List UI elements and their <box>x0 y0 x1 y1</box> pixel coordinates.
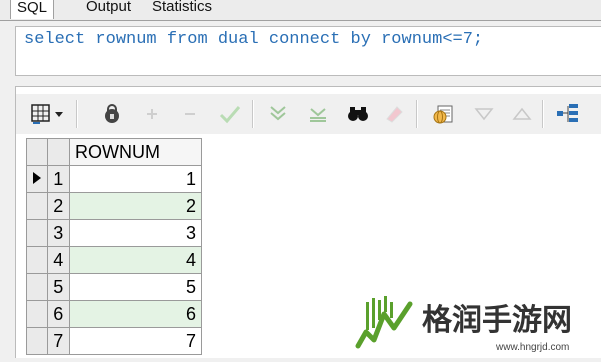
cell-rownum[interactable]: 7 <box>68 327 203 355</box>
watermark-logo: 格润手游网 www.hngrjd.com <box>355 296 572 353</box>
grid-corner <box>46 138 70 166</box>
sql-editor[interactable]: select rownum from dual connect by rownu… <box>15 26 601 76</box>
eraser-icon[interactable] <box>382 102 406 126</box>
row-indicator <box>26 192 48 220</box>
cell-rownum[interactable]: 3 <box>68 219 203 247</box>
table-row[interactable]: 3 3 <box>26 219 203 247</box>
export-icon[interactable] <box>432 102 456 126</box>
table-row[interactable]: 1 1 <box>26 165 203 193</box>
table-row[interactable]: 5 5 <box>26 273 203 301</box>
triangle-up-icon[interactable] <box>510 102 534 126</box>
table-row[interactable]: 7 7 <box>26 327 203 355</box>
check-icon[interactable] <box>218 102 242 126</box>
row-number: 5 <box>46 273 70 301</box>
leaf-logo-icon <box>355 296 413 349</box>
column-header-label: ROWNUM <box>74 141 160 162</box>
table-row[interactable]: 2 2 <box>26 192 203 220</box>
lock-icon[interactable] <box>100 102 124 126</box>
plus-icon[interactable] <box>140 102 164 126</box>
sql-text[interactable]: select rownum from dual connect by rownu… <box>24 30 483 49</box>
dropdown-icon[interactable] <box>52 102 66 126</box>
row-number: 3 <box>46 219 70 247</box>
row-indicator <box>26 246 48 274</box>
cell-rownum[interactable]: 2 <box>68 192 203 220</box>
toolbar-separator <box>416 100 418 128</box>
watermark-title: 格润手游网 <box>422 303 572 338</box>
row-indicator <box>26 273 48 301</box>
triangle-down-icon[interactable] <box>472 102 496 126</box>
table-row[interactable]: 4 4 <box>26 246 203 274</box>
filter-clear-icon[interactable] <box>306 102 330 126</box>
minus-icon[interactable] <box>178 102 202 126</box>
tab-statistics[interactable]: Statistics <box>146 0 218 17</box>
binoculars-icon[interactable] <box>346 102 370 126</box>
cell-rownum[interactable]: 4 <box>68 246 203 274</box>
grid-corner <box>26 138 48 166</box>
grid-header-row: ROWNUM <box>26 138 203 166</box>
row-indicator <box>26 327 48 355</box>
cell-rownum[interactable]: 6 <box>68 300 203 328</box>
row-number: 1 <box>46 165 70 193</box>
tab-bar: SQL Output Statistics <box>0 0 601 21</box>
results-grid[interactable]: ROWNUM 1 1 2 2 3 3 4 4 5 5 6 6 7 7 <box>26 138 203 355</box>
row-indicator <box>26 300 48 328</box>
row-number: 7 <box>46 327 70 355</box>
tab-sql[interactable]: SQL <box>10 0 55 19</box>
table-row[interactable]: 6 6 <box>26 300 203 328</box>
filter-down-icon[interactable] <box>266 102 290 126</box>
toolbar-separator <box>542 100 544 128</box>
tree-icon[interactable] <box>556 102 580 126</box>
cell-rownum[interactable]: 5 <box>68 273 203 301</box>
row-number: 6 <box>46 300 70 328</box>
toolbar-separator <box>76 100 78 128</box>
grid-columns-icon[interactable] <box>30 102 54 126</box>
watermark: 格润手游网 www.hngrjd.com <box>352 294 601 357</box>
cell-rownum[interactable]: 1 <box>68 165 203 193</box>
toolbar-separator <box>252 100 254 128</box>
row-indicator <box>26 219 48 247</box>
row-number: 4 <box>46 246 70 274</box>
tab-output[interactable]: Output <box>80 0 137 17</box>
grid-toolbar <box>16 94 601 134</box>
current-row-indicator-icon <box>26 165 48 193</box>
row-number: 2 <box>46 192 70 220</box>
column-header-rownum[interactable]: ROWNUM <box>68 138 203 166</box>
watermark-url: www.hngrjd.com <box>495 342 569 353</box>
